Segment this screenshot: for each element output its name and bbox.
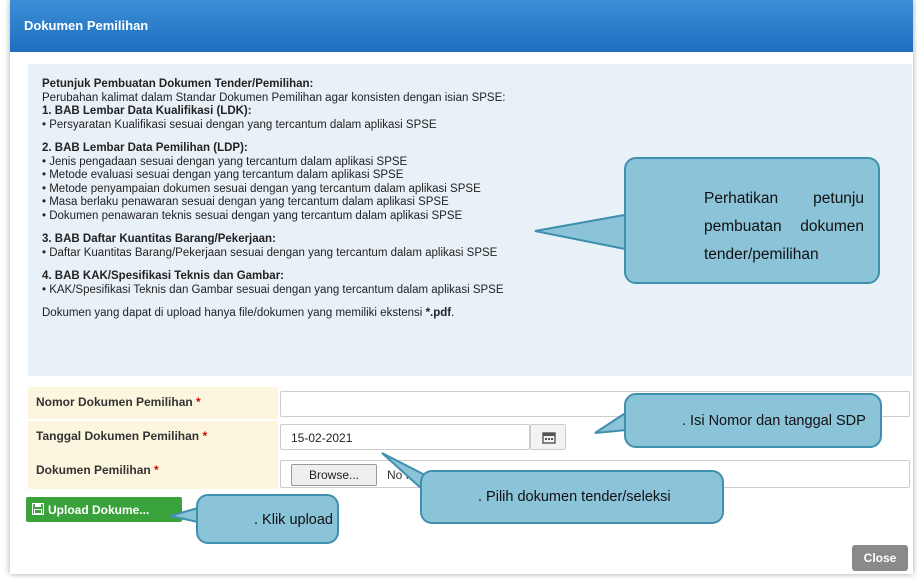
callout-petunjuk: Perhatikan petunju pembuatan dokumen tende… [624, 157, 880, 284]
callout-nomor: . Isi Nomor dan tanggal SDP [624, 393, 882, 448]
callout-pilih: . Pilih dokumen tender/seleksi [420, 470, 724, 524]
callout-upload: . Klik upload [196, 494, 339, 544]
